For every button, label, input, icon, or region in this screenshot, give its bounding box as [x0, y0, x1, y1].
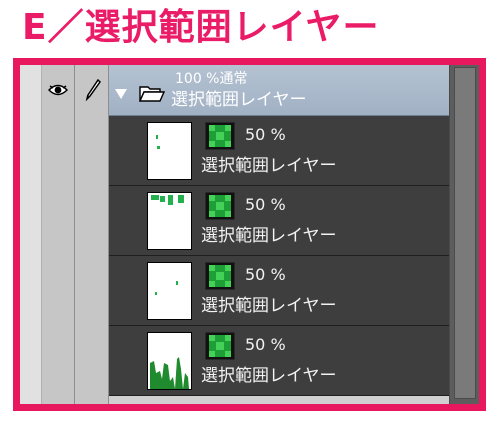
pen-icon[interactable] [85, 79, 101, 101]
selection-mask-icon [205, 192, 235, 220]
layer-thumbnail [147, 192, 192, 250]
triangle-down-icon[interactable] [115, 89, 127, 99]
scrollbar[interactable] [449, 65, 479, 404]
folder-open-icon [139, 86, 165, 102]
layer-row[interactable]: 50 % 選択範囲レイヤー [109, 186, 449, 256]
layer-name: 選択範囲レイヤー [201, 226, 337, 246]
highlight-frame: 100 %通常 選択範囲レイヤー 50 % 選択範囲レイヤー 50 % 選択範囲… [13, 58, 486, 411]
layer-name: 選択範囲レイヤー [201, 156, 337, 176]
layer-thumbnail [147, 332, 192, 390]
lock-column[interactable] [75, 65, 109, 404]
layer-opacity: 50 % [245, 125, 286, 144]
layer-name: 選択範囲レイヤー [201, 366, 337, 386]
visibility-column[interactable] [42, 65, 75, 404]
folder-layer-row[interactable]: 100 %通常 選択範囲レイヤー [109, 65, 449, 116]
layer-thumbnail [147, 262, 192, 320]
layer-row[interactable]: 50 % 選択範囲レイヤー [109, 116, 449, 186]
layer-panel: 100 %通常 選択範囲レイヤー 50 % 選択範囲レイヤー 50 % 選択範囲… [20, 65, 479, 404]
layer-row[interactable]: 50 % 選択範囲レイヤー [109, 256, 449, 326]
layer-opacity: 50 % [245, 195, 286, 214]
layer-thumbnail [147, 122, 192, 180]
folder-blend-mode: 100 %通常 [175, 71, 248, 87]
selection-mask-icon [205, 332, 235, 360]
selection-mask-icon [205, 122, 235, 150]
selection-mask-icon [205, 262, 235, 290]
layer-opacity: 50 % [245, 335, 286, 354]
eye-icon[interactable] [48, 83, 68, 97]
layer-row[interactable]: 50 % 選択範囲レイヤー [109, 326, 449, 396]
page-title: E／選択範囲レイヤー [22, 7, 380, 48]
layer-name: 選択範囲レイヤー [201, 296, 337, 316]
folder-name: 選択範囲レイヤー [171, 90, 307, 110]
panel-left-gutter [20, 65, 42, 404]
scrollbar-thumb[interactable] [454, 67, 476, 399]
layer-opacity: 50 % [245, 265, 286, 284]
